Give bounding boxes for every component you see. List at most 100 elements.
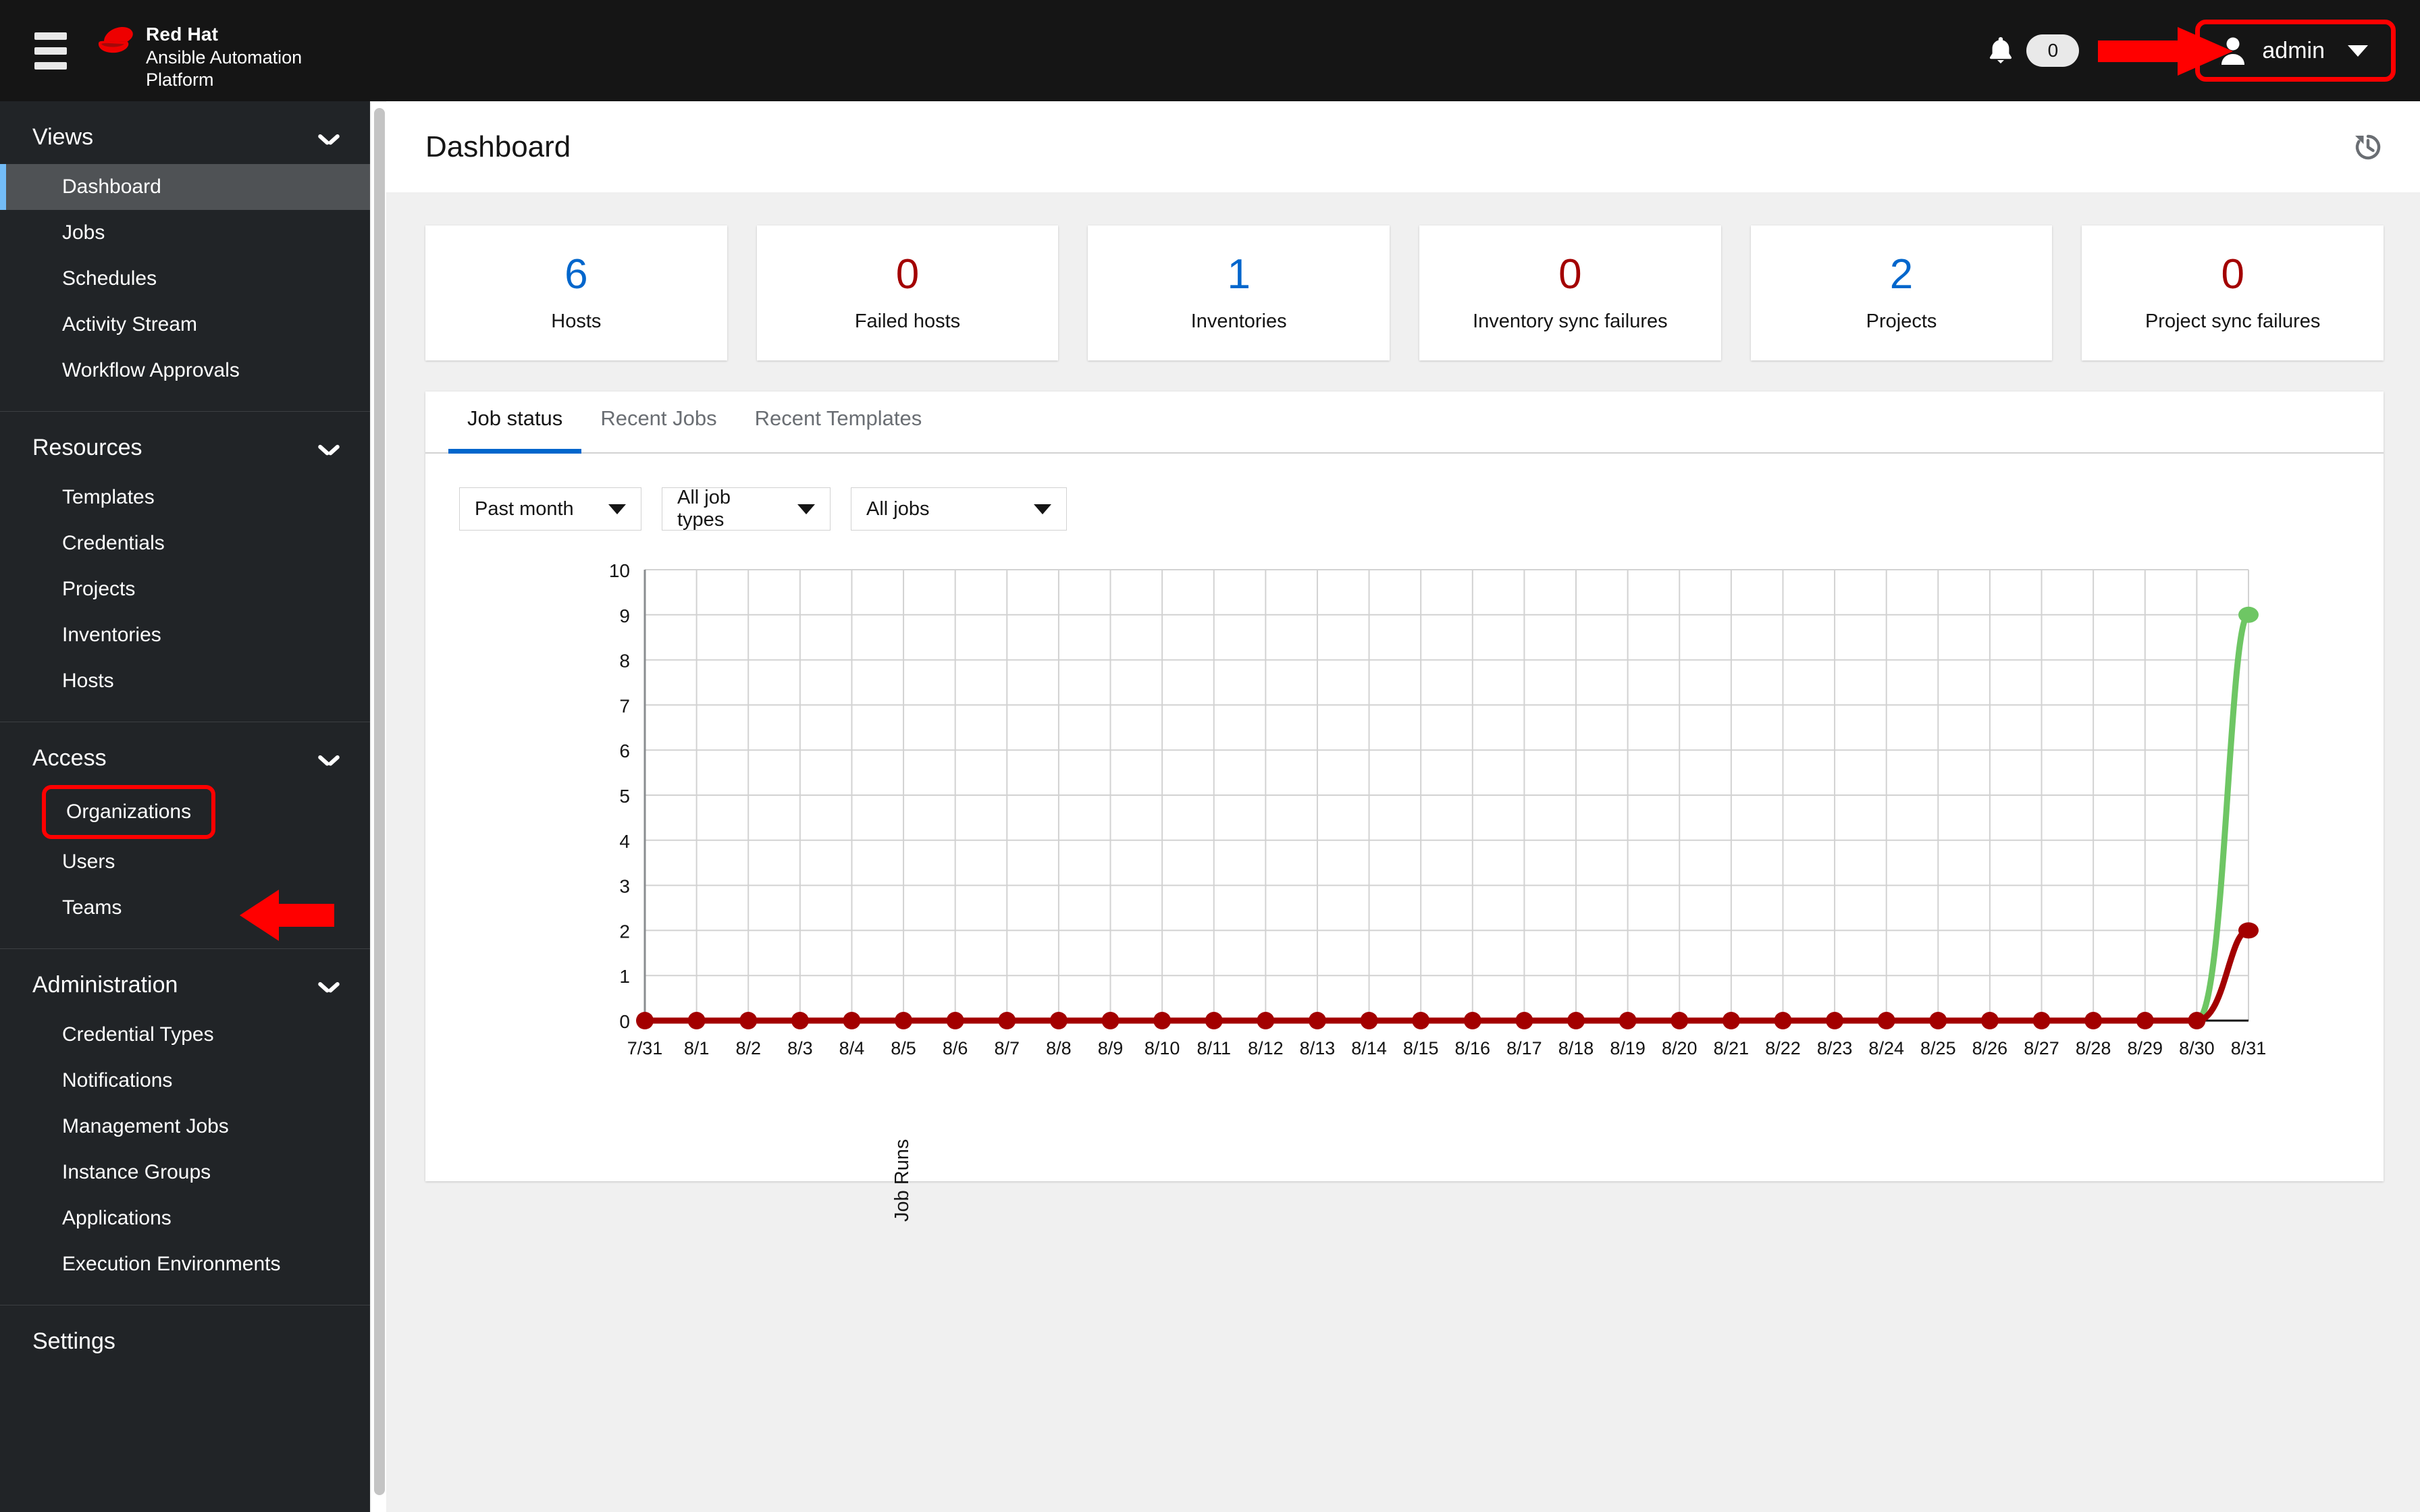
sidebar-item-applications[interactable]: Applications xyxy=(0,1195,370,1241)
job-status-select-value: All jobs xyxy=(866,497,930,520)
sidebar-item-credentials[interactable]: Credentials xyxy=(0,520,370,566)
svg-text:8/22: 8/22 xyxy=(1765,1038,1801,1058)
sidebar-item-credential-types[interactable]: Credential Types xyxy=(0,1012,370,1058)
panel-tabs: Job status Recent Jobs Recent Templates xyxy=(425,392,2384,454)
chart-y-axis-title: Job Runs xyxy=(891,1139,913,1222)
stat-card-inventory-sync-failures[interactable]: 0 Inventory sync failures xyxy=(1419,225,1721,360)
stat-card-inventories[interactable]: 1 Inventories xyxy=(1088,225,1390,360)
sidebar-item-templates[interactable]: Templates xyxy=(0,475,370,520)
tab-recent-jobs[interactable]: Recent Jobs xyxy=(581,392,735,452)
masthead: Red Hat Ansible Automation Platform 0 ad… xyxy=(0,0,2420,101)
stat-card-row: 6 Hosts 0 Failed hosts 1 Inventories 0 I… xyxy=(386,193,2420,360)
hamburger-bar xyxy=(34,47,67,55)
sidebar-item-dashboard[interactable]: Dashboard xyxy=(0,164,370,210)
hamburger-icon[interactable] xyxy=(26,26,76,76)
chevron-down-icon xyxy=(319,753,339,765)
sidebar-item-label: Management Jobs xyxy=(62,1115,229,1137)
left-arrow-annotation xyxy=(240,890,334,941)
stat-card-project-sync-failures[interactable]: 0 Project sync failures xyxy=(2082,225,2384,360)
nav-group-header-views[interactable]: Views xyxy=(0,101,370,164)
brand-line-1: Red Hat xyxy=(146,24,219,45)
sidebar-item-jobs[interactable]: Jobs xyxy=(0,210,370,256)
chevron-down-icon xyxy=(608,504,626,514)
sidebar-item-users[interactable]: Users xyxy=(0,839,370,885)
stat-card-hosts[interactable]: 6 Hosts xyxy=(425,225,727,360)
sidebar-item-label: Execution Environments xyxy=(62,1253,281,1275)
stat-label: Hosts xyxy=(551,310,602,332)
nav-group-title: Administration xyxy=(32,972,178,998)
chevron-down-icon xyxy=(319,442,339,454)
sidebar-item-notifications[interactable]: Notifications xyxy=(0,1058,370,1104)
sidebar-item-hosts[interactable]: Hosts xyxy=(0,658,370,704)
sidebar-item-label: Activity Stream xyxy=(62,313,198,335)
chevron-down-icon xyxy=(797,504,815,514)
stat-label: Failed hosts xyxy=(854,310,961,332)
stat-card-projects[interactable]: 2 Projects xyxy=(1750,225,2053,360)
sidebar-item-activity-stream[interactable]: Activity Stream xyxy=(0,302,370,348)
svg-text:7/31: 7/31 xyxy=(627,1038,663,1058)
nav-group-header-settings[interactable]: Settings xyxy=(0,1305,370,1368)
tab-job-status[interactable]: Job status xyxy=(448,392,582,454)
svg-text:2: 2 xyxy=(619,921,630,942)
job-runs-line-chart: 0 1 2 3 4 5 6 7 8 9 10 7/31 8/1 8/2 8/3 8/4 8/5 8/6 8/7 8/8… xyxy=(609,560,2266,1058)
sidebar-item-label: Organizations xyxy=(66,801,192,823)
sidebar-item-projects[interactable]: Projects xyxy=(0,566,370,612)
sidebar-item-label: Schedules xyxy=(62,267,157,290)
svg-text:8/24: 8/24 xyxy=(1868,1038,1904,1058)
sidebar-item-label: Credential Types xyxy=(62,1023,214,1046)
svg-text:8/14: 8/14 xyxy=(1351,1038,1387,1058)
svg-text:8/8: 8/8 xyxy=(1046,1038,1072,1058)
tab-recent-templates[interactable]: Recent Templates xyxy=(736,392,941,452)
sidebar-item-label: Workflow Approvals xyxy=(62,359,240,381)
job-status-panel: Job status Recent Jobs Recent Templates … xyxy=(425,392,2384,1222)
job-type-select[interactable]: All job types xyxy=(662,487,831,531)
sidebar-scrollbar-thumb[interactable] xyxy=(374,108,385,1495)
job-status-select[interactable]: All jobs xyxy=(851,487,1067,531)
hamburger-bar xyxy=(34,32,67,40)
sidebar-item-label: Users xyxy=(62,850,115,873)
sidebar-item-label: Notifications xyxy=(62,1069,173,1091)
nav-group-title: Resources xyxy=(32,435,142,460)
stat-label: Inventory sync failures xyxy=(1473,310,1668,332)
chart-filter-toolbar: Past month All job types All jobs xyxy=(425,454,2384,531)
period-select[interactable]: Past month xyxy=(459,487,641,531)
sidebar-item-execution-environments[interactable]: Execution Environments xyxy=(0,1241,370,1287)
brand-logo[interactable]: Red Hat Ansible Automation Platform xyxy=(95,10,302,90)
sidebar-item-label: Applications xyxy=(62,1207,172,1229)
sidebar-item-inventories[interactable]: Inventories xyxy=(0,612,370,658)
stat-value: 1 xyxy=(1227,250,1251,298)
period-select-value: Past month xyxy=(475,497,574,520)
svg-text:8/2: 8/2 xyxy=(735,1038,761,1058)
history-icon[interactable] xyxy=(2352,132,2384,163)
brand-line-3: Platform xyxy=(146,69,214,90)
bell-icon[interactable] xyxy=(1986,34,2016,67)
user-name-label: admin xyxy=(2262,37,2325,63)
sidebar-item-management-jobs[interactable]: Management Jobs xyxy=(0,1104,370,1150)
svg-text:9: 9 xyxy=(619,605,630,626)
sidebar-item-workflow-approvals[interactable]: Workflow Approvals xyxy=(0,348,370,394)
sidebar-item-organizations[interactable]: Organizations xyxy=(42,785,216,839)
sidebar-item-label: Projects xyxy=(62,578,136,600)
page-title: Dashboard xyxy=(425,130,571,163)
notification-count-badge[interactable]: 0 xyxy=(2026,34,2080,67)
stat-value: 2 xyxy=(1889,250,1914,298)
chevron-down-icon xyxy=(319,132,339,144)
stat-card-failed-hosts[interactable]: 0 Failed hosts xyxy=(756,225,1059,360)
red-hat-logo-icon xyxy=(95,24,139,57)
nav-group-title: Settings xyxy=(32,1328,115,1354)
svg-text:8/16: 8/16 xyxy=(1455,1038,1491,1058)
right-arrow-annotation xyxy=(2098,27,2233,76)
nav-group-header-access[interactable]: Access xyxy=(0,722,370,785)
svg-text:8/19: 8/19 xyxy=(1610,1038,1646,1058)
tab-label: Recent Jobs xyxy=(600,406,717,430)
nav-group-header-resources[interactable]: Resources xyxy=(0,412,370,475)
brand-line-2: Ansible Automation xyxy=(146,47,302,68)
sidebar-nav: Views Dashboard Jobs Schedules Activity … xyxy=(0,101,370,1512)
notifications-group[interactable]: 0 xyxy=(1986,34,2080,67)
svg-text:8/3: 8/3 xyxy=(787,1038,813,1058)
svg-text:8/27: 8/27 xyxy=(2024,1038,2059,1058)
user-icon xyxy=(2220,36,2246,65)
sidebar-item-schedules[interactable]: Schedules xyxy=(0,256,370,302)
sidebar-item-instance-groups[interactable]: Instance Groups xyxy=(0,1150,370,1195)
nav-group-header-administration[interactable]: Administration xyxy=(0,949,370,1012)
